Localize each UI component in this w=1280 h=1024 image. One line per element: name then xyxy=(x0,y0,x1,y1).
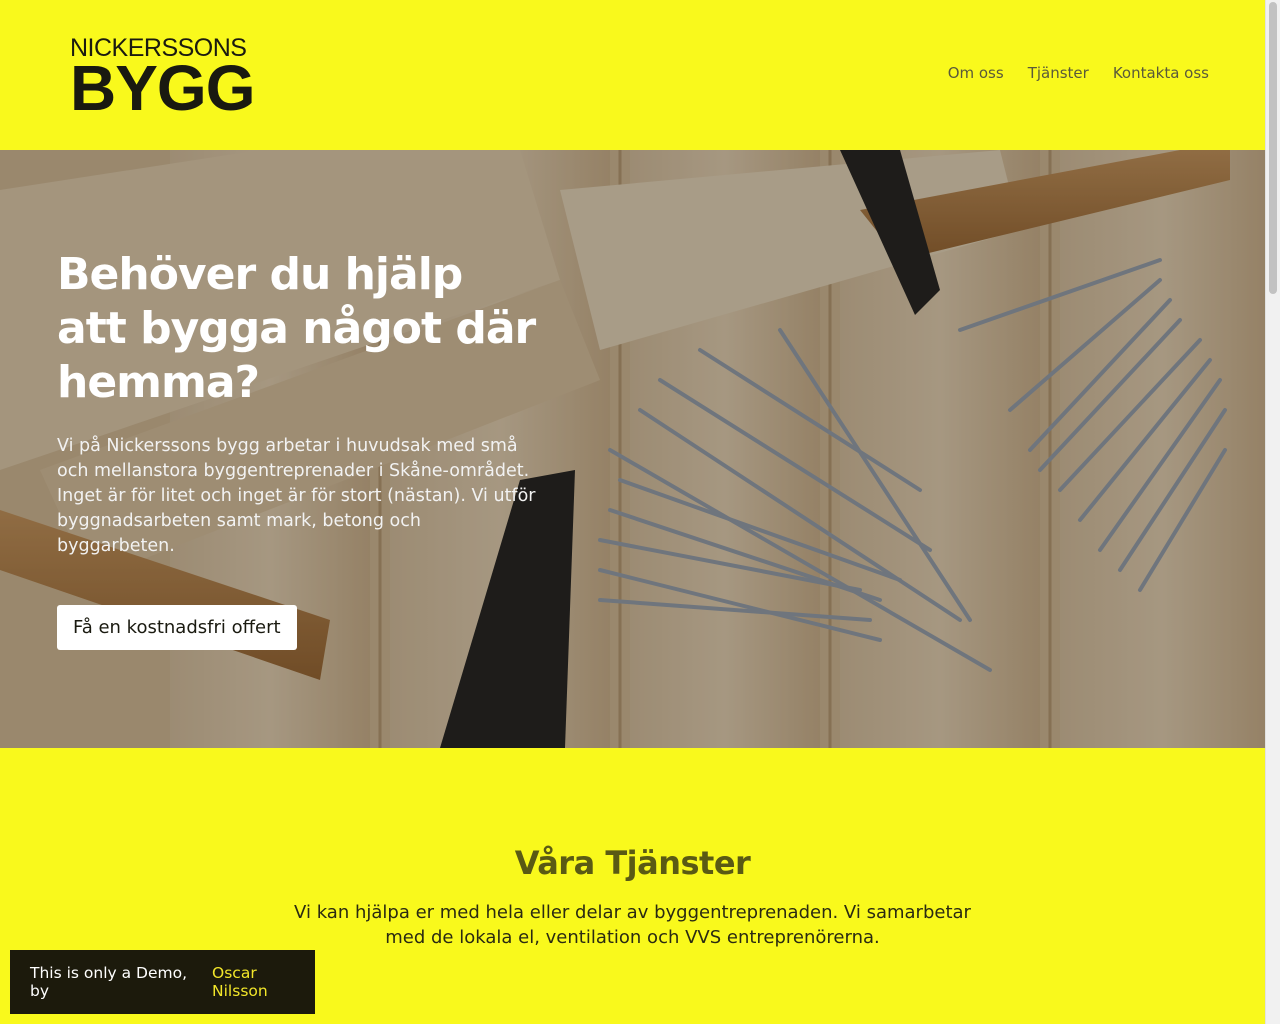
hero-text: Vi på Nickerssons bygg arbetar i huvudsa… xyxy=(57,436,536,556)
services-title: Våra Tjänster xyxy=(514,844,751,882)
nav-link-om-oss[interactable]: Om oss xyxy=(948,64,1004,82)
hero-section: Behöver du hjälp att bygga något där hem… xyxy=(0,150,1265,748)
demo-banner-text: This is only a Demo, by xyxy=(30,964,188,1000)
nav-link-tjanster[interactable]: Tjänster xyxy=(1028,64,1089,82)
demo-banner: This is only a Demo, by Oscar Nilsson xyxy=(10,950,315,1014)
nav-link-kontakta-oss[interactable]: Kontakta oss xyxy=(1113,64,1209,82)
free-quote-button[interactable]: Få en kostnadsfri offert xyxy=(57,605,297,650)
scrollbar-thumb[interactable] xyxy=(1269,2,1277,294)
page: NICKERSSONS BYGG Om oss Tjänster Kontakt… xyxy=(0,0,1265,1024)
logo-main-text: BYGG xyxy=(70,52,255,124)
demo-author-link[interactable]: Oscar Nilsson xyxy=(212,964,315,1000)
hero-title: Behöver du hjälp att bygga något där hem… xyxy=(57,249,536,408)
page-scrollbar[interactable] xyxy=(1265,0,1280,1024)
logo[interactable]: NICKERSSONS BYGG xyxy=(70,34,255,124)
hero-content: Behöver du hjälp att bygga något där hem… xyxy=(57,248,537,650)
site-header: NICKERSSONS BYGG Om oss Tjänster Kontakt… xyxy=(0,0,1265,150)
services-text: Vi kan hjälpa er med hela eller delar av… xyxy=(294,902,971,948)
main-nav: Om oss Tjänster Kontakta oss xyxy=(948,64,1209,82)
